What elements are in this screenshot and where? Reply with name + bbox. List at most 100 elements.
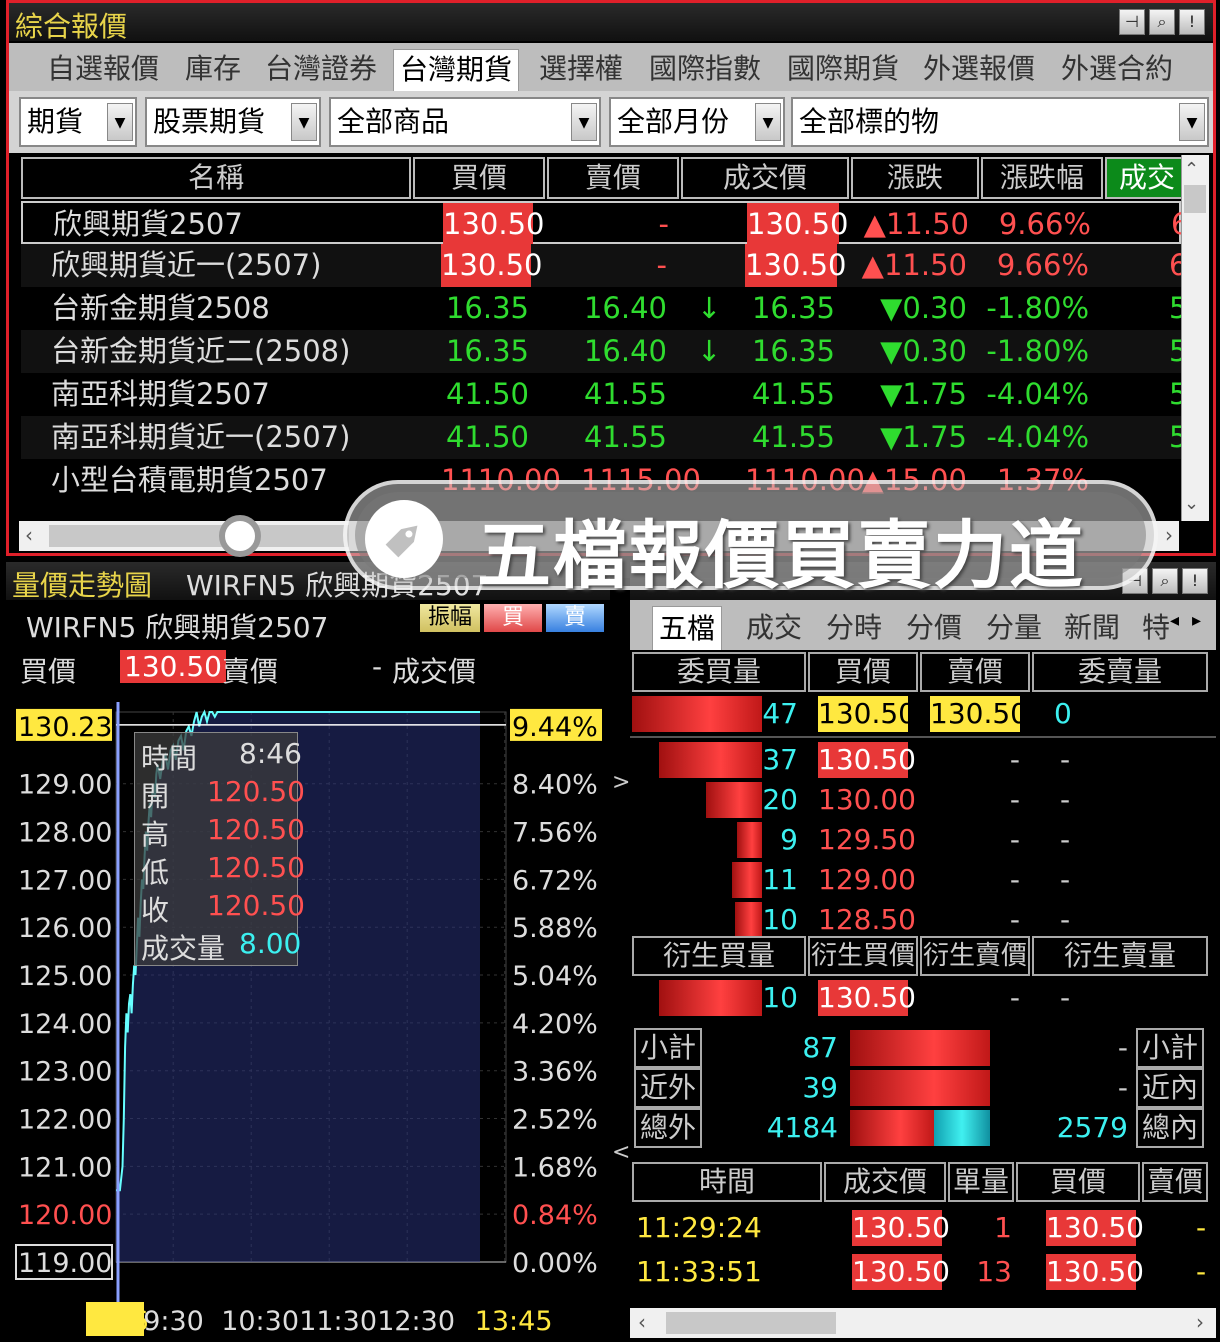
tab-foreign-contracts[interactable]: 外選合約 — [1055, 49, 1179, 91]
tab-price-dist[interactable]: 分價 — [900, 606, 968, 650]
pin-icon[interactable]: ⊣ — [1119, 9, 1145, 35]
tab-news[interactable]: 新聞 — [1058, 606, 1126, 650]
y-pct-tick-label: 2.52% — [512, 1105, 598, 1136]
bid-level-row[interactable]: 10 128.50 - - — [630, 900, 1216, 940]
filter-product-select[interactable]: 全部商品 ▼ — [329, 97, 601, 147]
bid-level-row[interactable]: 37 130.50 - - — [630, 740, 1216, 780]
tab-prev-icon[interactable]: ◂ — [1170, 610, 1179, 631]
table-row[interactable]: 南亞科期貨近一(2507) 41.50 41.55 41.55 ▼1.75 -4.04% 5 — [21, 416, 1181, 459]
cell-change-pct: -4.04% — [986, 377, 1089, 411]
col-header-bid[interactable]: 買價 — [413, 157, 545, 199]
trade-row[interactable]: 11:29:24 130.50 1 130.50 - — [630, 1206, 1216, 1250]
tab-intl-index[interactable]: 國際指數 — [643, 49, 767, 91]
hdr-derived-bid: 衍生買價 — [808, 936, 918, 976]
tab-foreign-options[interactable]: 外選報價 — [917, 49, 1041, 91]
x-tick-label: 12:30 — [377, 1306, 455, 1337]
filter-type-value: 期貨 — [27, 105, 84, 138]
cell-change-pct: -4.04% — [986, 420, 1089, 454]
chevron-right-icon[interactable]: › — [1165, 523, 1173, 547]
search-icon[interactable]: ⌕ — [1152, 568, 1178, 594]
cell-last: 16.35 — [751, 334, 835, 368]
table-row[interactable]: 南亞科期貨2507 41.50 41.55 41.55 ▼1.75 -4.04% 5 — [21, 373, 1181, 416]
ask-price: - — [1009, 863, 1020, 896]
table-row[interactable]: 台新金期貨2508 16.35 16.40 ↓ 16.35 ▼0.30 -1.80% 5 — [21, 287, 1181, 330]
expand-right-icon[interactable]: > — [612, 770, 630, 795]
bid-price: 130.50 — [818, 696, 916, 732]
bid-level-row[interactable]: 20 130.00 - - — [630, 780, 1216, 820]
table-row[interactable]: 欣興期貨2507 130.50 - 130.50 ▲11.50 9.66% 6 — [21, 201, 1181, 246]
quote-vscroll[interactable]: ⌃ ⌄ — [1181, 155, 1209, 521]
banner-text: 五檔報價買賣力道 — [477, 513, 1085, 599]
tab-watchlist[interactable]: 自選報價 — [41, 49, 165, 91]
scroll-thumb[interactable] — [1184, 185, 1206, 213]
cell-tick-arrow — [697, 244, 727, 287]
col-header-volume[interactable]: 成交 — [1105, 157, 1181, 199]
tab-inventory[interactable]: 庫存 — [179, 49, 247, 91]
bid-price: 129.50 — [818, 823, 916, 856]
ask-price: - — [1009, 903, 1020, 936]
col-header-name[interactable]: 名稱 — [21, 157, 411, 199]
cursor-pct: 9.44% — [512, 712, 598, 743]
bid-level-row[interactable]: 11 129.00 - - — [630, 860, 1216, 900]
col-header-ask[interactable]: 賣價 — [547, 157, 679, 199]
cell-bid: 130.50 — [441, 244, 542, 287]
tab-five-level[interactable]: 五檔 — [652, 606, 723, 650]
chevron-left-icon[interactable]: ‹ — [25, 523, 33, 547]
bid-level-row[interactable]: 9 129.50 - - — [630, 820, 1216, 860]
tooltip-close: 120.50 — [207, 889, 305, 922]
cell-change-pct: -1.80% — [986, 291, 1089, 325]
scroll-handle[interactable] — [219, 515, 261, 557]
tab-volume-dist[interactable]: 分量 — [980, 606, 1048, 650]
hscroll-thumb[interactable] — [49, 525, 349, 547]
chevron-right-icon[interactable]: › — [1196, 1310, 1204, 1334]
cell-name: 台新金期貨2508 — [51, 291, 270, 325]
chevron-down-icon[interactable]: ⌄ — [1184, 493, 1199, 514]
ask-qty: - — [1060, 823, 1071, 856]
y-pct-tick-label: 8.40% — [512, 770, 598, 801]
cell-volume: 5 — [1169, 334, 1181, 368]
col-header-change-pct[interactable]: 漲跌幅 — [981, 157, 1103, 199]
x-tick-label: 10:30 — [221, 1306, 299, 1337]
derived-row[interactable]: 10 130.50 - - — [630, 978, 1216, 1018]
table-row[interactable]: 欣興期貨近一(2507) 130.50 - 130.50 ▲11.50 9.66% 6 — [21, 244, 1181, 287]
tab-intl-futures[interactable]: 國際期貨 — [781, 49, 905, 91]
filter-type-select[interactable]: 期貨 ▼ — [19, 97, 137, 147]
tooltip-time-label: 時間 — [141, 742, 198, 775]
trade-time: 11:33:51 — [636, 1255, 762, 1288]
chevron-up-icon[interactable]: ⌃ — [1184, 159, 1199, 180]
cell-change: ▼0.30 — [880, 291, 967, 325]
price-tag-icon — [365, 500, 443, 578]
info-icon[interactable]: ! — [1179, 9, 1205, 35]
tab-tw-futures[interactable]: 台灣期貨 — [393, 49, 520, 91]
trend-chart[interactable]: 129.00 8.40% 128.00 7.56% 127.00 6.72% 126.00 5… — [6, 562, 610, 1340]
col-header-change[interactable]: 漲跌 — [851, 157, 979, 199]
best-quote-row[interactable]: 47 130.50 130.50 0 — [630, 694, 1216, 734]
trades-hscroll-thumb[interactable] — [666, 1312, 836, 1334]
trade-row[interactable]: 11:33:51 130.50 13 130.50 - — [630, 1250, 1216, 1294]
collapse-left-icon[interactable]: < — [612, 1140, 630, 1165]
cell-change-pct: 9.66% — [998, 207, 1091, 241]
cell-name: 欣興期貨2507 — [53, 207, 243, 241]
ask-price: - — [1009, 743, 1020, 776]
trades-hscroll[interactable]: ‹ › — [630, 1308, 1216, 1338]
ask-qty: - — [1060, 981, 1071, 1014]
hdr-derived-ask-qty: 衍生賣量 — [1032, 936, 1208, 976]
col-header-last[interactable]: 成交價 — [681, 157, 849, 199]
tab-next-icon[interactable]: ▸ — [1192, 610, 1201, 631]
tab-time-share[interactable]: 分時 — [820, 606, 888, 650]
filter-category-select[interactable]: 股票期貨 ▼ — [145, 97, 321, 147]
filter-underlying-select[interactable]: 全部標的物 ▼ — [791, 97, 1209, 147]
hdr-trade-qty: 單量 — [948, 1162, 1014, 1202]
cell-volume: 5 — [1169, 420, 1181, 454]
tab-tw-stocks[interactable]: 台灣證券 — [259, 49, 383, 91]
tab-options[interactable]: 選擇權 — [533, 49, 629, 91]
filter-month-select[interactable]: 全部月份 ▼ — [609, 97, 785, 147]
table-row[interactable]: 台新金期貨近二(2508) 16.35 16.40 ↓ 16.35 ▼0.30 -1.80%… — [21, 330, 1181, 373]
search-icon[interactable]: ⌕ — [1149, 9, 1175, 35]
tab-trades[interactable]: 成交 — [740, 606, 808, 650]
info-icon[interactable]: ! — [1182, 568, 1208, 594]
y-pct-tick-label: 6.72% — [512, 865, 598, 896]
price-trend-window: 量價走勢圖 WIRFN5 欣興期貨2507 WIRFN5 欣興期貨2507 振幅… — [6, 562, 610, 1340]
summary-buy-bar — [850, 1030, 990, 1066]
chevron-left-icon[interactable]: ‹ — [638, 1310, 646, 1334]
